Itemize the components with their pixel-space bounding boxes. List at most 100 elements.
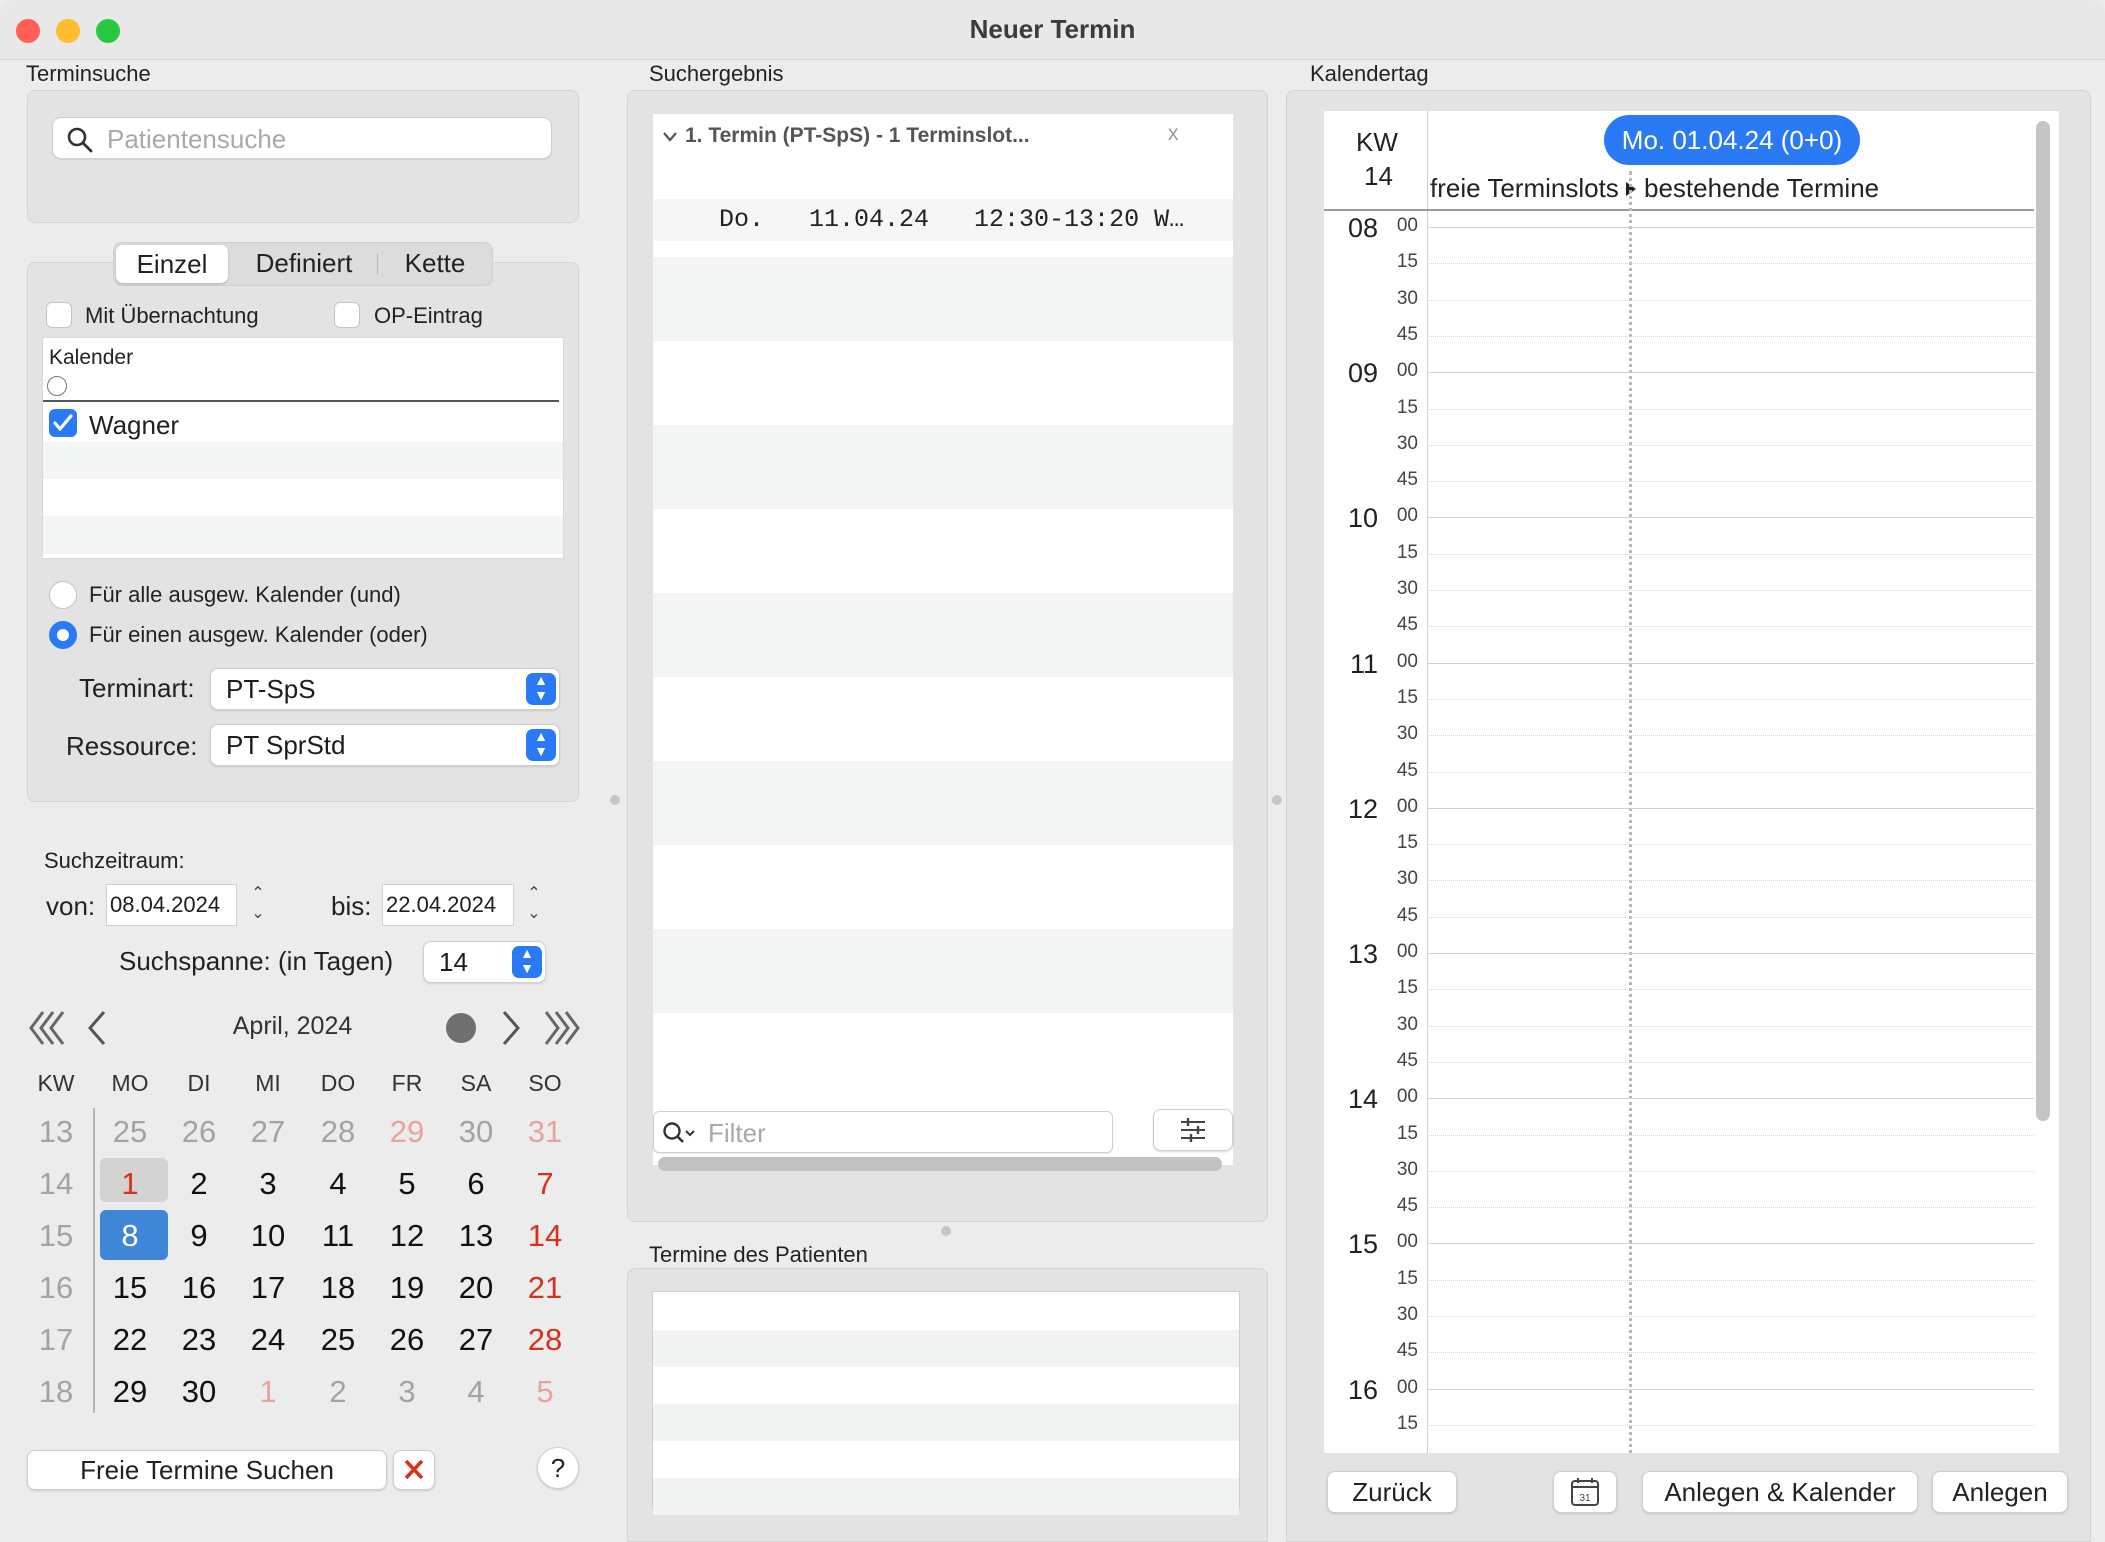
von-date-field[interactable]: 08.04.2024	[106, 884, 237, 926]
calendar-day[interactable]: 18	[308, 1270, 368, 1306]
von-stepper[interactable]: ⌃ ⌄	[246, 884, 270, 926]
bis-stepper[interactable]: ⌃ ⌄	[522, 884, 546, 926]
calendar-day[interactable]: 5	[515, 1374, 575, 1410]
calendar-day[interactable]: 17	[238, 1270, 298, 1306]
calendar-day[interactable]: 25	[100, 1114, 160, 1150]
calendar-day[interactable]: 30	[446, 1114, 506, 1150]
zurueck-button[interactable]: Zurück	[1327, 1471, 1457, 1513]
kalender-list-header[interactable]: Kalender	[49, 346, 133, 370]
list-row-empty	[43, 479, 563, 516]
calendar-day[interactable]: 1	[100, 1166, 160, 1202]
calendar-day[interactable]: 1	[238, 1374, 298, 1410]
tab-definiert[interactable]: Definiert	[232, 243, 376, 285]
radio-alle-kalender[interactable]	[49, 581, 77, 609]
checkbox-wagner[interactable]	[49, 409, 77, 437]
tab-kette[interactable]: Kette	[378, 243, 492, 285]
splitter-handle[interactable]	[610, 795, 620, 805]
calendar-day[interactable]: 28	[308, 1114, 368, 1150]
von-label: von:	[46, 891, 96, 921]
clear-button[interactable]	[393, 1450, 435, 1490]
vertical-scrollbar[interactable]	[2036, 121, 2050, 1121]
calendar-day[interactable]: 30	[169, 1374, 229, 1410]
calendar-day[interactable]: 29	[100, 1374, 160, 1410]
calendar-day[interactable]: 9	[169, 1218, 229, 1254]
calendar-day[interactable]: 8	[100, 1218, 160, 1254]
checkbox-uebernachtung[interactable]	[46, 302, 72, 328]
calendar-day[interactable]: 3	[238, 1166, 298, 1202]
horizontal-scrollbar[interactable]	[658, 1157, 1222, 1171]
calendar-day[interactable]: 22	[100, 1322, 160, 1358]
quarter-gridline	[1427, 844, 2034, 846]
calendar-day[interactable]: 2	[308, 1374, 368, 1410]
list-item[interactable]: Wagner	[43, 402, 563, 442]
calendar-day[interactable]: 15	[100, 1270, 160, 1306]
result-group-header[interactable]: 1. Termin (PT-SpS) - 1 Terminslot... x	[653, 114, 1233, 201]
table-row[interactable]: Do. 11.04.24 12:30-13:20 W…	[653, 199, 1233, 241]
calendar-day[interactable]: 16	[169, 1270, 229, 1306]
calendar-day[interactable]: 27	[446, 1322, 506, 1358]
calendar-day[interactable]: 12	[377, 1218, 437, 1254]
minute-label: 30	[1396, 1304, 1418, 1325]
splitter-handle[interactable]	[941, 1226, 951, 1236]
anlegen-button[interactable]: Anlegen	[1932, 1471, 2068, 1513]
calendar-day[interactable]: 25	[308, 1322, 368, 1358]
calendar-day[interactable]: 7	[515, 1166, 575, 1202]
previous-month-button[interactable]	[84, 1008, 110, 1048]
patient-search-input[interactable]: Patientensuche	[52, 117, 552, 159]
patient-search-box: Patientensuche	[27, 90, 579, 223]
today-dot-button[interactable]	[446, 1013, 476, 1043]
hour-label: 10	[1347, 503, 1378, 534]
calendar-day[interactable]: 10	[238, 1218, 298, 1254]
calendar-day[interactable]: 21	[515, 1270, 575, 1306]
calendar-day[interactable]: 4	[308, 1166, 368, 1202]
calendar-day[interactable]: 19	[377, 1270, 437, 1306]
calendar-header-mo: MO	[111, 1070, 149, 1096]
sliders-icon	[1181, 1118, 1205, 1142]
hour-gridline	[1427, 1098, 2034, 1100]
close-group-icon[interactable]: x	[1168, 122, 1179, 146]
calendar-day[interactable]: 14	[515, 1218, 575, 1254]
label-einen-kalender: Für einen ausgew. Kalender (oder)	[89, 622, 428, 647]
calendar-day[interactable]: 13	[446, 1218, 506, 1254]
calendar-day[interactable]: 6	[446, 1166, 506, 1202]
calendar-day[interactable]: 29	[377, 1114, 437, 1150]
radio-einen-kalender[interactable]	[49, 621, 77, 649]
anlegen-kalender-button[interactable]: Anlegen & Kalender	[1642, 1471, 1918, 1513]
calendar-day[interactable]: 11	[308, 1218, 368, 1254]
select-all-radio-icon[interactable]	[47, 376, 67, 396]
calendar-day[interactable]: 23	[169, 1322, 229, 1358]
filter-input[interactable]: Filter	[653, 1111, 1113, 1153]
terminart-select[interactable]: PT-SpS ▲ ▼	[210, 668, 560, 710]
calendar-day[interactable]: 3	[377, 1374, 437, 1410]
minute-label: 00	[1396, 1376, 1418, 1398]
calendar-day[interactable]: 27	[238, 1114, 298, 1150]
next-month-button[interactable]	[498, 1008, 524, 1048]
previous-year-button[interactable]	[27, 1008, 71, 1048]
quarter-gridline	[1427, 481, 2034, 483]
tab-einzel[interactable]: Einzel	[116, 245, 228, 283]
bis-date-field[interactable]: 22.04.2024	[382, 884, 514, 926]
minute-label: 00	[1396, 1231, 1418, 1253]
hour-gridline	[1427, 372, 2034, 374]
calendar-day[interactable]: 28	[515, 1322, 575, 1358]
splitter-handle[interactable]	[1272, 795, 1282, 805]
calendar-day[interactable]: 20	[446, 1270, 506, 1306]
calendar-day[interactable]: 26	[169, 1114, 229, 1150]
calendar-day[interactable]: 24	[238, 1322, 298, 1358]
calendar-day[interactable]: 26	[377, 1322, 437, 1358]
next-year-button[interactable]	[538, 1008, 582, 1048]
help-button[interactable]: ?	[537, 1447, 579, 1489]
calendar-day[interactable]: 31	[515, 1114, 575, 1150]
calendar-day[interactable]: 5	[377, 1166, 437, 1202]
ressource-select[interactable]: PT SprStd ▲ ▼	[210, 724, 560, 766]
freie-termine-suchen-button[interactable]: Freie Termine Suchen	[27, 1450, 387, 1490]
filter-settings-button[interactable]	[1153, 1109, 1233, 1151]
chevron-down-icon[interactable]	[661, 128, 679, 146]
suchspanne-select[interactable]: 14 ▲ ▼	[423, 941, 546, 983]
calendar-day[interactable]: 4	[446, 1374, 506, 1410]
calendar-view-button[interactable]: 31	[1553, 1471, 1617, 1513]
calendar-day[interactable]: 2	[169, 1166, 229, 1202]
minute-label: 30	[1396, 1158, 1418, 1180]
checkbox-op-eintrag[interactable]	[334, 302, 360, 328]
list-row-empty	[43, 442, 563, 479]
